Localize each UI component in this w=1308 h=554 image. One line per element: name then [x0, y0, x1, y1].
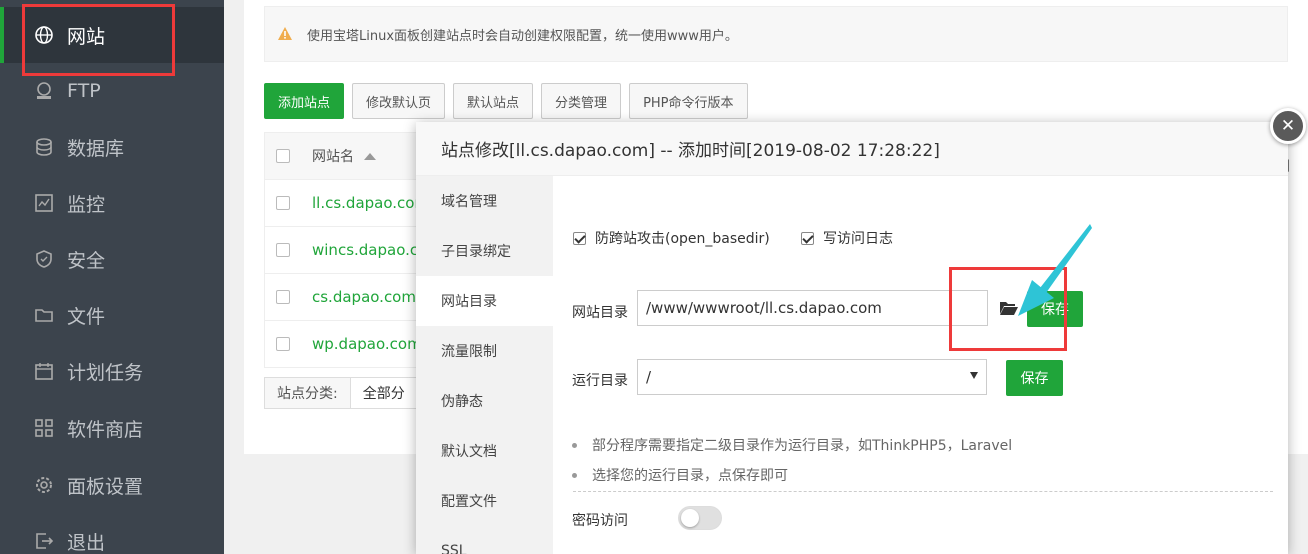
default-site-button[interactable]: 默认站点	[453, 83, 534, 119]
folder-icon	[34, 305, 54, 325]
modify-default-page-button[interactable]: 修改默认页	[352, 83, 446, 119]
sidebar-item-logout[interactable]: 退出	[0, 513, 224, 554]
sidebar-item-label: 退出	[67, 531, 106, 554]
close-icon: ✕	[1280, 115, 1296, 136]
checkbox-box[interactable]	[801, 231, 814, 245]
annotation-arrow	[1018, 224, 1092, 316]
sidebar-item-files[interactable]: 文件	[0, 287, 224, 343]
row-checkbox[interactable]	[276, 290, 290, 304]
password-access-toggle[interactable]	[678, 506, 722, 530]
run-dir-value: /	[646, 368, 652, 386]
open-basedir-label: 防跨站攻击(open_basedir)	[595, 231, 770, 247]
checkbox-box[interactable]	[573, 231, 586, 245]
site-dir-input[interactable]: /www/wwwroot/ll.cs.dapao.com	[637, 290, 988, 326]
tab-subdir-bind[interactable]: 子目录绑定	[416, 226, 553, 276]
database-icon	[34, 137, 54, 157]
run-dir-label: 运行目录	[572, 373, 628, 389]
warning-icon	[278, 27, 292, 40]
logout-icon	[34, 531, 54, 551]
select-all-checkbox[interactable]	[276, 149, 290, 163]
tip-item: 选择您的运行目录，点保存即可	[572, 465, 788, 485]
php-cli-version-button[interactable]: PHP命令行版本	[629, 83, 748, 119]
modal-tabs: 域名管理 子目录绑定 网站目录 流量限制 伪静态 默认文档 配置文件 SSL	[416, 176, 553, 554]
open-basedir-checkbox[interactable]: 防跨站攻击(open_basedir)	[573, 228, 770, 248]
run-dir-select[interactable]: /	[637, 359, 987, 395]
sidebar-item-label: 软件商店	[67, 418, 144, 441]
sidebar-item-security[interactable]: 安全	[0, 231, 224, 287]
close-modal-button[interactable]: ✕	[1270, 108, 1306, 144]
modal-content: 防跨站攻击(open_basedir) 写访问日志 网站目录 /www/wwwr…	[553, 176, 1288, 554]
site-link[interactable]: wp.dapao.com	[312, 335, 422, 353]
category-label: 站点分类:	[264, 377, 351, 409]
tab-default-doc[interactable]: 默认文档	[416, 426, 553, 476]
sidebar-item-settings[interactable]: 面板设置	[0, 457, 224, 513]
tab-rewrite[interactable]: 伪静态	[416, 376, 553, 426]
notice-text: 使用宝塔Linux面板创建站点时会自动创建权限配置，统一使用www用户。	[307, 28, 738, 44]
monitor-icon	[34, 193, 54, 213]
sidebar-item-label: 监控	[67, 193, 106, 216]
category-filter: 站点分类: 全部分	[264, 377, 441, 409]
access-log-label: 写访问日志	[823, 231, 893, 247]
category-manage-button[interactable]: 分类管理	[541, 83, 622, 119]
site-link[interactable]: wincs.dapao.co	[312, 241, 427, 259]
tip-item: 部分程序需要指定二级目录作为运行目录，如ThinkPHP5，Laravel	[572, 435, 1012, 455]
sort-asc-icon[interactable]	[364, 152, 376, 160]
site-edit-modal: 站点修改[ll.cs.dapao.com] -- 添加时间[2019-08-02…	[416, 122, 1288, 554]
tab-ssl[interactable]: SSL	[416, 526, 553, 554]
sidebar-item-label: 安全	[67, 249, 106, 272]
dropdown-arrow-icon	[970, 372, 978, 379]
sidebar-item-database[interactable]: 数据库	[0, 119, 224, 175]
row-checkbox[interactable]	[276, 196, 290, 210]
bullet-icon	[572, 442, 577, 448]
ftp-icon	[34, 81, 54, 101]
notice-bar: 使用宝塔Linux面板创建站点时会自动创建权限配置，统一使用www用户。	[264, 6, 1288, 62]
tip-text: 部分程序需要指定二级目录作为运行目录，如ThinkPHP5，Laravel	[592, 438, 1013, 454]
sidebar-item-label: 面板设置	[67, 475, 144, 498]
row-checkbox[interactable]	[276, 337, 290, 351]
sidebar-item-store[interactable]: 软件商店	[0, 400, 224, 456]
tab-domain-manage[interactable]: 域名管理	[416, 176, 553, 226]
column-site-name[interactable]: 网站名	[312, 146, 354, 166]
bullet-icon	[572, 472, 577, 478]
toolbar: 添加站点 修改默认页 默认站点 分类管理 PHP命令行版本	[264, 83, 748, 119]
tab-traffic-limit[interactable]: 流量限制	[416, 326, 553, 376]
sidebar-item-label: 计划任务	[67, 361, 144, 384]
sidebar-item-monitor[interactable]: 监控	[0, 175, 224, 231]
site-link[interactable]: cs.dapao.com	[312, 288, 416, 306]
row-checkbox[interactable]	[276, 243, 290, 257]
modal-title: 站点修改[ll.cs.dapao.com] -- 添加时间[2019-08-02…	[416, 122, 1288, 176]
add-site-button[interactable]: 添加站点	[264, 83, 345, 119]
sidebar: 网站 FTP 数据库 监控 安全 文件 计划任务 软件商店 面板设置 退出	[0, 0, 224, 554]
site-link[interactable]: ll.cs.dapao.com	[312, 194, 429, 212]
password-access-label: 密码访问	[572, 513, 628, 529]
sidebar-item-label: 文件	[67, 305, 106, 328]
sidebar-item-cron[interactable]: 计划任务	[0, 343, 224, 399]
sidebar-item-label: FTP	[67, 80, 101, 102]
sidebar-item-label: 数据库	[67, 137, 125, 160]
tip-text: 选择您的运行目录，点保存即可	[592, 468, 788, 484]
tab-config-file[interactable]: 配置文件	[416, 476, 553, 526]
tab-site-dir[interactable]: 网站目录	[416, 276, 553, 326]
calendar-icon	[34, 361, 54, 381]
grid-icon	[34, 418, 54, 438]
site-dir-label: 网站目录	[572, 305, 628, 321]
shield-icon	[34, 249, 54, 269]
save-run-dir-button[interactable]: 保存	[1006, 360, 1063, 396]
gear-icon	[34, 475, 54, 495]
highlight-box	[22, 4, 175, 76]
access-log-checkbox[interactable]: 写访问日志	[801, 228, 893, 248]
divider	[573, 491, 1273, 492]
